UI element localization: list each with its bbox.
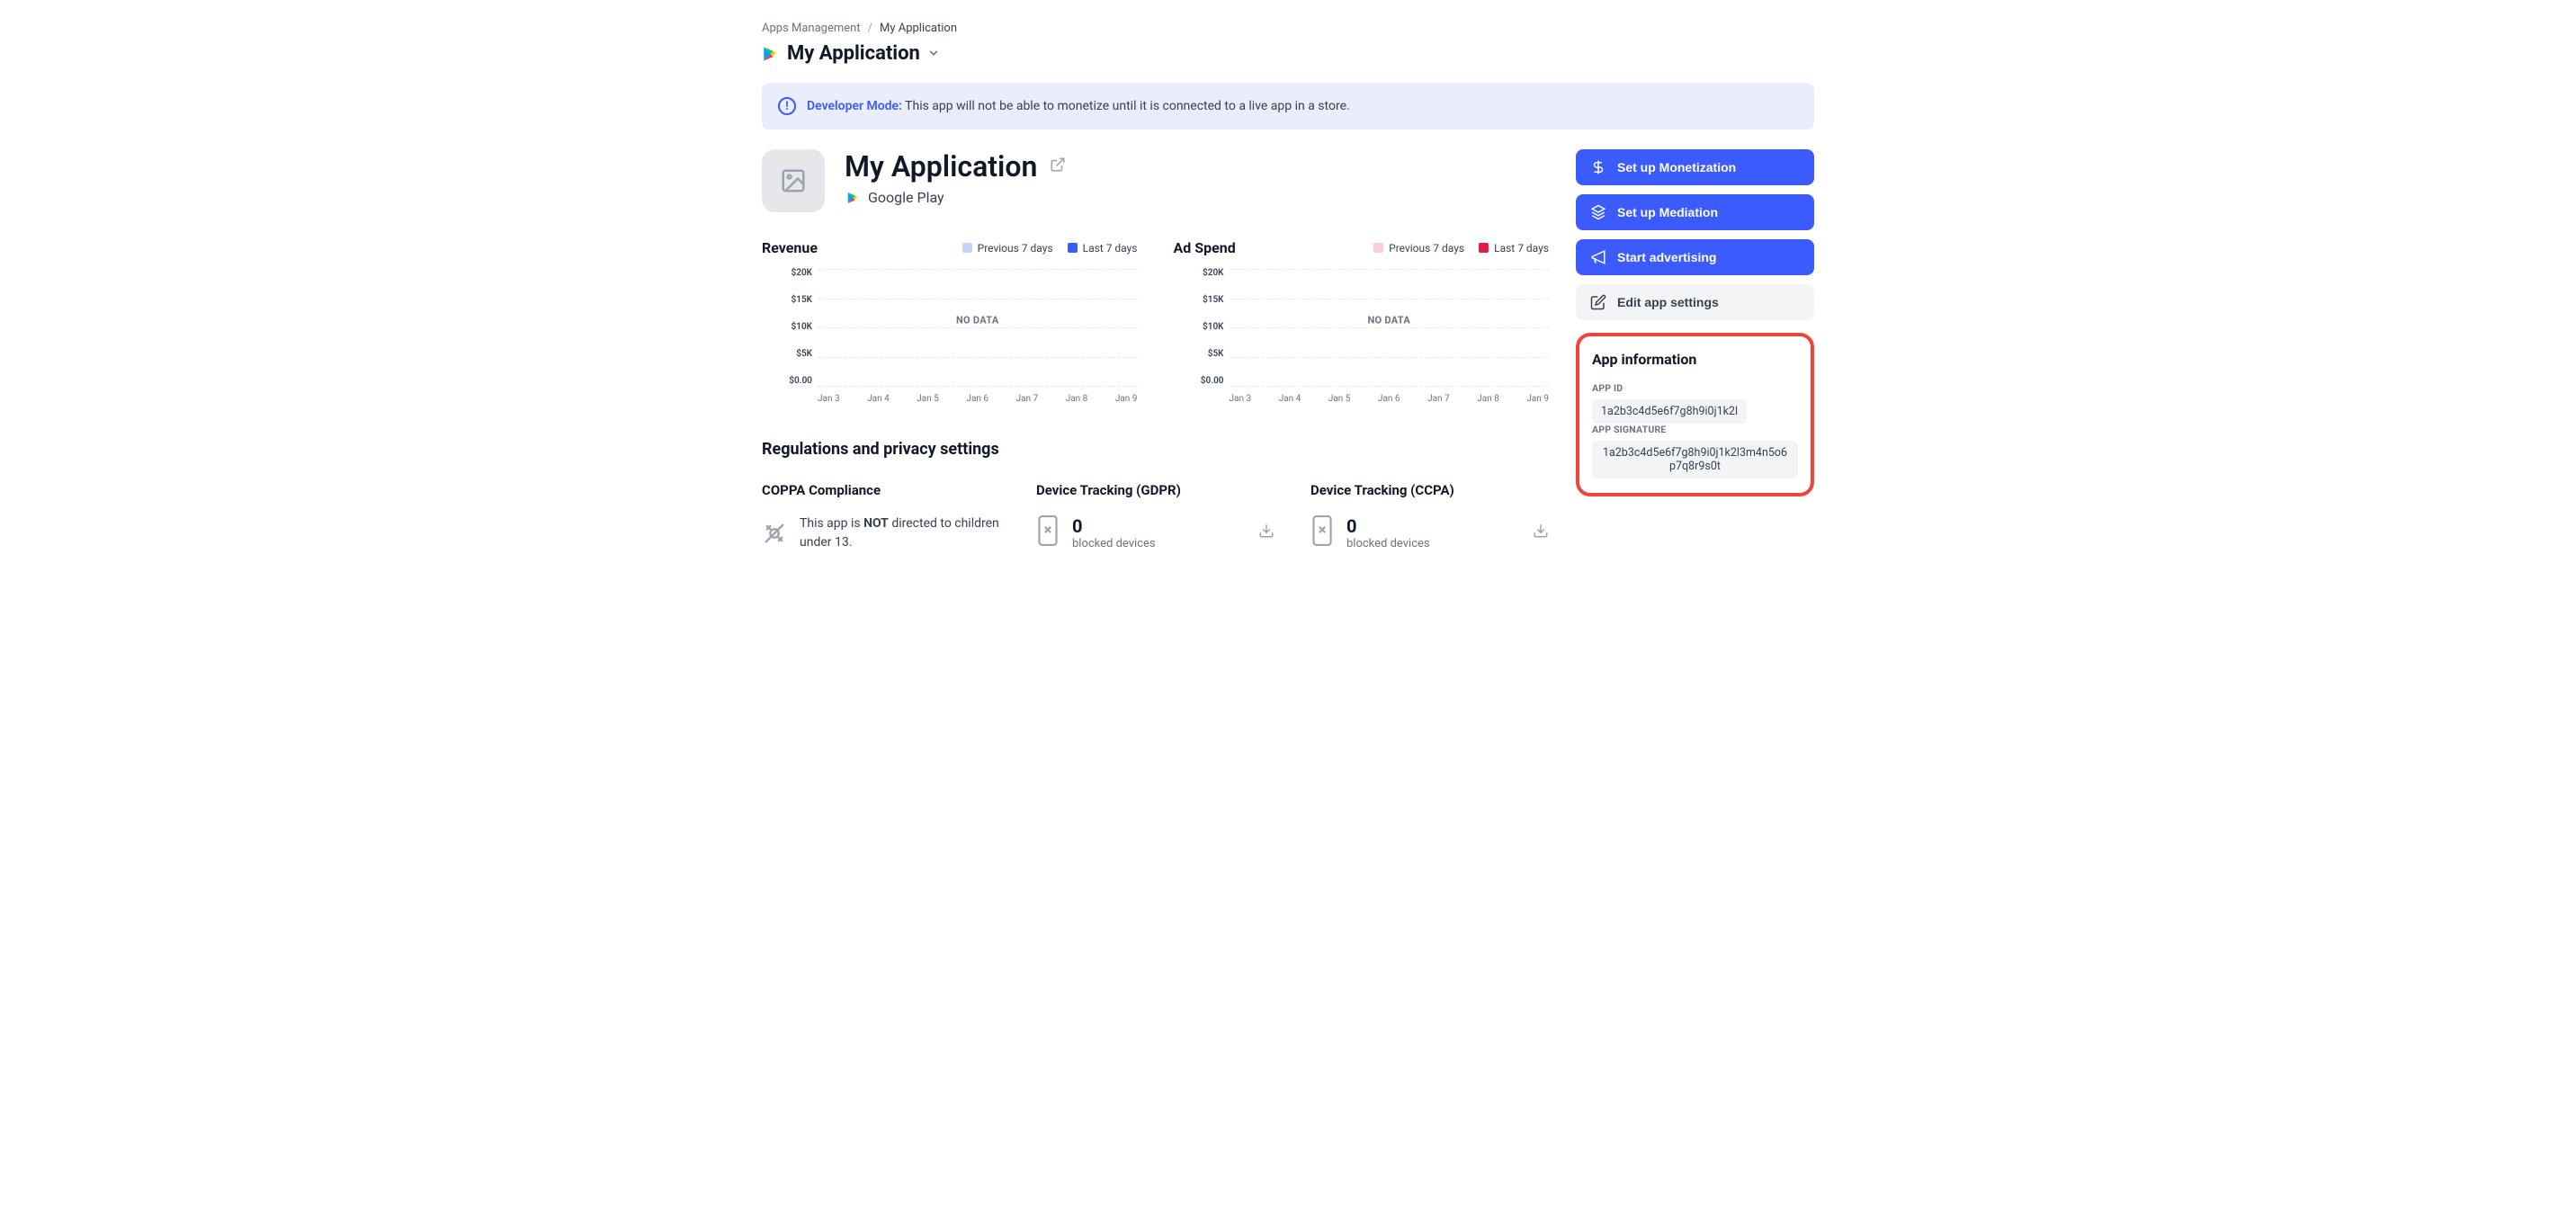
device-blocked-icon xyxy=(1036,514,1060,550)
legend-prev: Previous 7 days xyxy=(962,242,1053,255)
x-axis: Jan 3 Jan 4 Jan 5 Jan 6 Jan 7 Jan 8 Jan … xyxy=(818,394,1138,404)
alert-label: Developer Mode: xyxy=(807,99,902,113)
ccpa-card: Device Tracking (CCPA) 0 blocked devices xyxy=(1310,482,1549,552)
swatch-curr xyxy=(1479,243,1489,253)
no-data-label: NO DATA xyxy=(956,315,999,326)
coppa-text: This app is NOT directed to children und… xyxy=(800,514,1000,552)
regulations-title: Regulations and privacy settings xyxy=(762,440,1549,459)
start-advertising-button[interactable]: Start advertising xyxy=(1576,239,1814,275)
setup-monetization-button[interactable]: Set up Monetization xyxy=(1576,149,1814,185)
breadcrumb-parent[interactable]: Apps Management xyxy=(762,22,861,35)
app-title: My Application xyxy=(845,149,1037,183)
google-play-icon xyxy=(845,190,861,206)
coppa-title: COPPA Compliance xyxy=(762,482,1000,498)
button-label: Set up Monetization xyxy=(1617,160,1736,174)
ccpa-sub: blocked devices xyxy=(1346,537,1430,550)
legend-curr: Last 7 days xyxy=(1479,242,1549,255)
app-id-label: APP ID xyxy=(1592,382,1798,394)
candy-off-icon xyxy=(762,521,787,546)
x-axis: Jan 3 Jan 4 Jan 5 Jan 6 Jan 7 Jan 8 Jan … xyxy=(1230,394,1550,404)
google-play-icon xyxy=(762,46,778,62)
breadcrumb-current: My Application xyxy=(880,22,957,35)
plot-area: NO DATA xyxy=(818,269,1138,386)
app-store-label: Google Play xyxy=(868,189,944,206)
revenue-chart: Revenue Previous 7 days Last 7 days xyxy=(762,239,1138,404)
edit-app-settings-button[interactable]: Edit app settings xyxy=(1576,284,1814,320)
y-axis: $20K $15K $10K $5K $0.00 xyxy=(1174,269,1230,386)
y-axis: $20K $15K $10K $5K $0.00 xyxy=(762,269,818,386)
swatch-prev xyxy=(962,243,972,253)
download-icon[interactable] xyxy=(1258,523,1275,542)
button-label: Set up Mediation xyxy=(1617,205,1718,219)
no-data-label: NO DATA xyxy=(1367,315,1410,326)
gdpr-sub: blocked devices xyxy=(1072,537,1156,550)
coppa-card: COPPA Compliance This app is NOT directe… xyxy=(762,482,1000,552)
plot-area: NO DATA xyxy=(1230,269,1550,386)
gdpr-title: Device Tracking (GDPR) xyxy=(1036,482,1275,498)
adspend-chart: Ad Spend Previous 7 days Last 7 days xyxy=(1174,239,1550,404)
button-label: Edit app settings xyxy=(1617,295,1719,309)
legend-prev: Previous 7 days xyxy=(1373,242,1464,255)
app-signature-value[interactable]: 1a2b3c4d5e6f7g8h9i0j1k2l3m4n5o6p7q8r9s0t xyxy=(1592,441,1798,478)
alert-icon: ! xyxy=(778,97,796,115)
ccpa-title: Device Tracking (CCPA) xyxy=(1310,482,1549,498)
button-label: Start advertising xyxy=(1617,250,1716,264)
device-blocked-icon xyxy=(1310,514,1334,550)
app-info-title: App information xyxy=(1592,351,1798,368)
app-header: My Application Google Play xyxy=(762,149,1549,212)
gdpr-card: Device Tracking (GDPR) 0 blocked devices xyxy=(1036,482,1275,552)
gdpr-count: 0 xyxy=(1072,515,1156,537)
app-icon-placeholder xyxy=(762,149,825,212)
chevron-down-icon xyxy=(929,48,938,60)
chart-title: Revenue xyxy=(762,239,818,256)
legend-curr: Last 7 days xyxy=(1068,242,1138,255)
breadcrumb: Apps Management / My Application xyxy=(762,22,1814,35)
developer-mode-alert: ! Developer Mode: This app will not be a… xyxy=(762,83,1814,130)
download-icon[interactable] xyxy=(1533,523,1549,542)
chart-title: Ad Spend xyxy=(1174,239,1236,256)
swatch-curr xyxy=(1068,243,1078,253)
alert-text: This app will not be able to monetize un… xyxy=(905,99,1350,113)
setup-mediation-button[interactable]: Set up Mediation xyxy=(1576,194,1814,230)
app-information-panel: App information APP ID 1a2b3c4d5e6f7g8h9… xyxy=(1576,333,1814,496)
breadcrumb-separator: / xyxy=(868,22,872,35)
app-switcher[interactable]: My Application xyxy=(762,42,1814,65)
swatch-prev xyxy=(1373,243,1383,253)
external-link-icon[interactable] xyxy=(1050,156,1066,176)
ccpa-count: 0 xyxy=(1346,515,1430,537)
app-id-value[interactable]: 1a2b3c4d5e6f7g8h9i0j1k2l xyxy=(1592,399,1747,424)
app-switcher-title: My Application xyxy=(787,42,920,65)
app-signature-label: APP SIGNATURE xyxy=(1592,424,1798,435)
